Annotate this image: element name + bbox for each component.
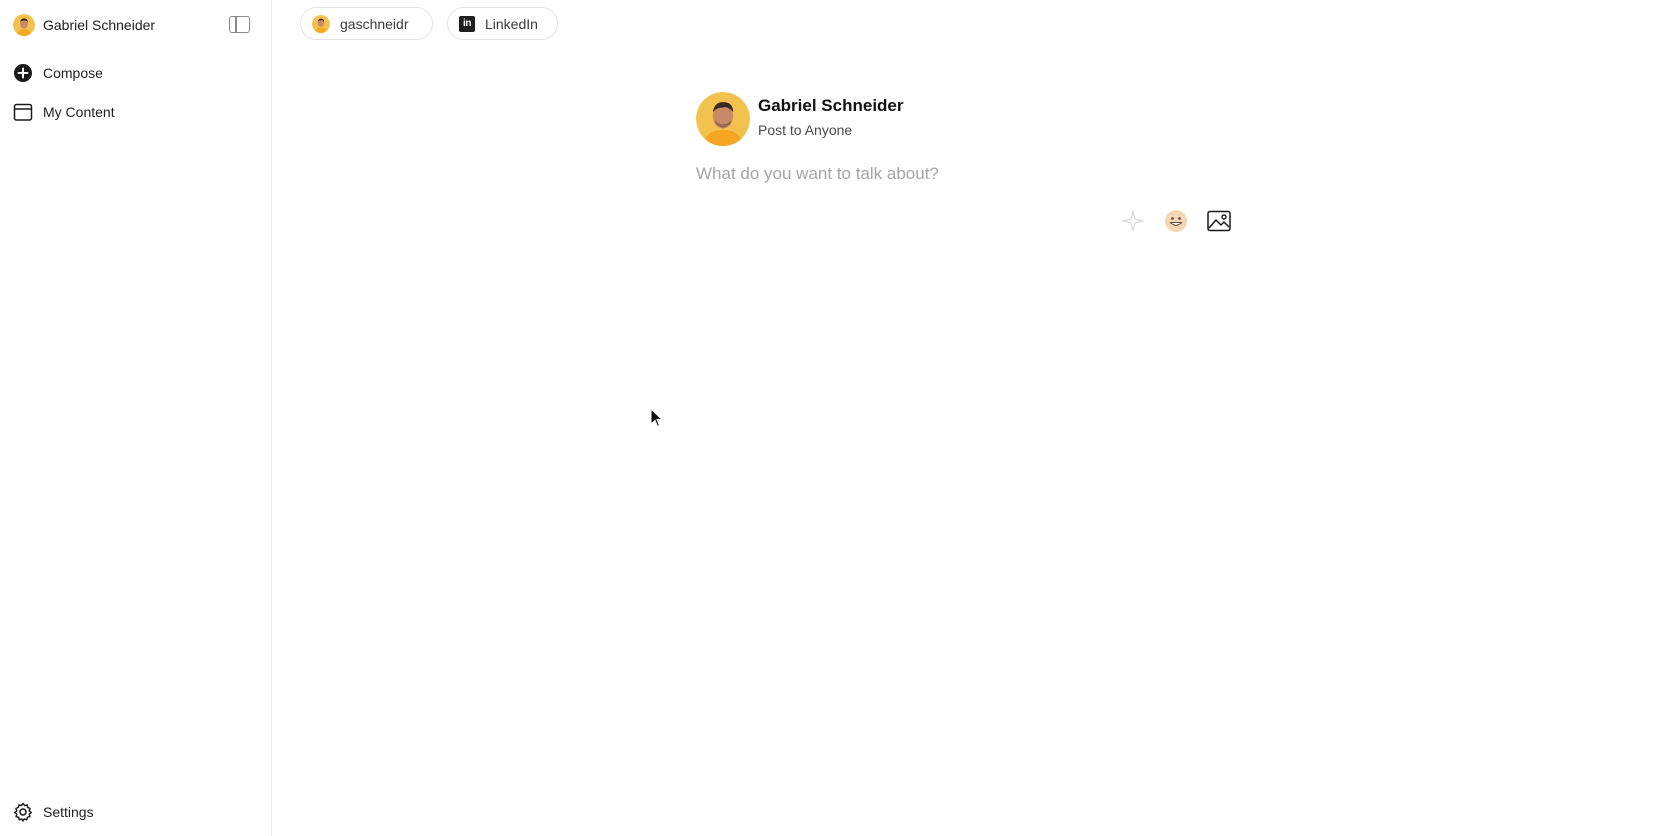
- user-name: Gabriel Schneider: [43, 17, 156, 33]
- author-avatar: [696, 92, 750, 146]
- network-selector[interactable]: in LinkedIn: [447, 7, 558, 40]
- calendar-icon: [13, 103, 33, 121]
- image-icon[interactable]: [1206, 208, 1232, 234]
- sparkle-icon[interactable]: [1120, 208, 1146, 234]
- sidebar-item-label: Settings: [43, 804, 94, 820]
- gear-icon: [14, 802, 32, 822]
- account-selector[interactable]: gaschneidr: [300, 7, 433, 40]
- app-window: Gabriel Schneider Compose My Content Set…: [0, 0, 1664, 836]
- sidebar-item-label: Compose: [43, 65, 103, 81]
- network-name: LinkedIn: [485, 15, 538, 32]
- user-avatar: [13, 14, 35, 36]
- post-text-input[interactable]: [696, 160, 1236, 188]
- emoji-icon[interactable]: [1163, 208, 1189, 234]
- sidebar: Gabriel Schneider Compose My Content Set…: [0, 0, 272, 836]
- sidebar-panel-icon[interactable]: [229, 16, 250, 33]
- sidebar-item-label: My Content: [43, 104, 115, 120]
- audience-selector[interactable]: Post to Anyone: [758, 122, 852, 138]
- linkedin-icon: in: [459, 15, 475, 32]
- sidebar-item-compose[interactable]: Compose: [13, 62, 103, 84]
- account-avatar: [312, 14, 330, 33]
- mouse-pointer-icon: [650, 408, 664, 428]
- sidebar-item-my-content[interactable]: My Content: [13, 101, 115, 123]
- sidebar-user[interactable]: Gabriel Schneider: [13, 14, 253, 36]
- plus-circle-icon: [14, 64, 32, 82]
- author-name: Gabriel Schneider: [758, 96, 904, 115]
- sidebar-item-settings[interactable]: Settings: [13, 801, 94, 823]
- account-handle: gaschneidr: [340, 15, 409, 32]
